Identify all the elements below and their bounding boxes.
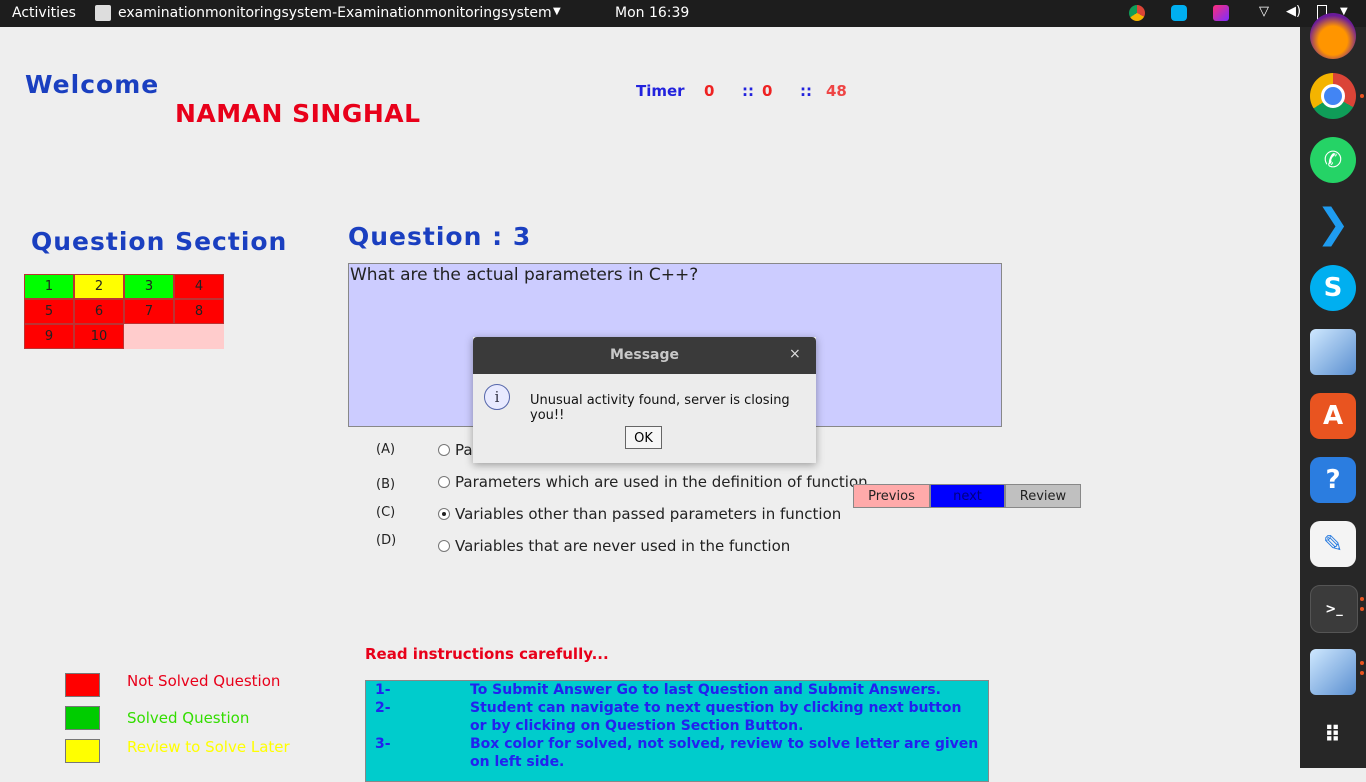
skype-tray-icon[interactable] <box>1171 5 1187 21</box>
dialog-titlebar[interactable]: Message × <box>473 337 816 374</box>
timer-separator: :: <box>742 82 754 100</box>
question-nav-button[interactable]: 9 <box>24 324 74 349</box>
question-nav-button[interactable]: 3 <box>124 274 174 299</box>
activities-button[interactable]: Activities <box>12 5 76 21</box>
question-nav-button[interactable]: 5 <box>24 299 74 324</box>
option-a-letter: (A) <box>376 442 396 457</box>
wifi-icon[interactable]: ▽ <box>1259 4 1269 19</box>
question-nav-button[interactable]: 2 <box>74 274 124 299</box>
virtualbox-icon-2[interactable] <box>1310 649 1356 695</box>
chrome-tray-icon[interactable] <box>1129 5 1145 21</box>
legend-review-swatch <box>65 739 100 763</box>
vscode-icon[interactable]: ❯ <box>1310 201 1356 247</box>
question-nav-button[interactable]: 6 <box>74 299 124 324</box>
option-c-letter: (C) <box>376 505 396 520</box>
option-d-letter: (D) <box>376 533 397 548</box>
firefox-icon[interactable] <box>1310 13 1356 59</box>
instruction-number: 2- <box>375 700 391 716</box>
option-d-text[interactable]: Variables that are never used in the fun… <box>455 537 790 555</box>
option-a-text[interactable]: Pa <box>455 441 473 459</box>
instruction-text: Student can navigate to next question by… <box>470 700 962 716</box>
message-dialog: Message × i Unusual activity found, serv… <box>473 337 816 463</box>
instructions-heading: Read instructions carefully... <box>365 645 609 663</box>
caret-down-icon[interactable]: ▼ <box>553 6 561 17</box>
option-a-radio[interactable] <box>438 444 450 456</box>
student-name: NAMAN SINGHAL <box>175 99 421 128</box>
question-nav-button[interactable]: 7 <box>124 299 174 324</box>
question-grid: 1 2 3 4 5 6 7 8 9 10 <box>24 274 224 349</box>
app-menu-title[interactable]: examinationmonitoringsystem-Examinationm… <box>118 5 552 21</box>
option-b-text[interactable]: Parameters which are used in the definit… <box>455 473 868 491</box>
question-title: Question : 3 <box>348 222 532 251</box>
option-b-radio[interactable] <box>438 476 450 488</box>
skype-icon[interactable]: S <box>1310 265 1356 311</box>
option-c-text[interactable]: Variables other than passed parameters i… <box>455 505 841 523</box>
timer-seconds: 48 <box>826 82 847 100</box>
option-c-radio[interactable] <box>438 508 450 520</box>
question-nav-button[interactable]: 4 <box>174 274 224 299</box>
question-section-title: Question Section <box>31 227 288 256</box>
close-icon[interactable]: × <box>789 346 801 362</box>
dialog-title: Message <box>609 347 680 363</box>
question-nav-button[interactable]: 1 <box>24 274 74 299</box>
timer-minutes: 0 <box>762 82 773 100</box>
legend-not-solved-swatch <box>65 673 100 697</box>
dialog-message: Unusual activity found, server is closin… <box>530 393 790 423</box>
option-b-letter: (B) <box>376 477 396 492</box>
instruction-text: To Submit Answer Go to last Question and… <box>470 682 941 698</box>
software-center-icon[interactable]: A <box>1310 393 1356 439</box>
help-icon[interactable]: ? <box>1310 457 1356 503</box>
whatsapp-icon[interactable]: ✆ <box>1310 137 1356 183</box>
question-text: What are the actual parameters in C++? <box>350 265 699 285</box>
option-d-radio[interactable] <box>438 540 450 552</box>
legend-review-label: Review to Solve Later <box>127 738 290 756</box>
instruction-text: Box color for solved, not solved, review… <box>470 736 979 752</box>
ok-button[interactable]: OK <box>625 426 662 449</box>
legend-solved-label: Solved Question <box>127 709 250 727</box>
timer-separator: :: <box>800 82 812 100</box>
running-indicator <box>1360 94 1364 98</box>
instruction-number: 1- <box>375 682 391 698</box>
chrome-icon[interactable] <box>1310 73 1356 119</box>
running-indicator <box>1360 607 1364 611</box>
dock: ✆ ❯ S A ? ✎ >_ ⠿ <box>1300 13 1366 768</box>
running-indicator <box>1360 671 1364 675</box>
app-grid-icon[interactable]: ⠿ <box>1310 713 1356 759</box>
clock[interactable]: Mon 16:39 <box>615 5 689 21</box>
text-editor-icon[interactable]: ✎ <box>1310 521 1356 567</box>
question-nav-button[interactable]: 10 <box>74 324 124 349</box>
volume-icon[interactable]: ◀) <box>1286 4 1301 19</box>
terminal-icon[interactable]: >_ <box>1310 585 1358 633</box>
previous-button[interactable]: Previos <box>853 484 930 508</box>
timer-label: Timer <box>636 82 685 100</box>
running-indicator <box>1360 661 1364 665</box>
review-button[interactable]: Review <box>1005 484 1081 508</box>
running-indicator <box>1360 597 1364 601</box>
info-icon: i <box>484 384 510 410</box>
top-bar: Activities examinationmonitoringsystem-E… <box>0 0 1366 27</box>
welcome-heading: Welcome <box>25 70 160 99</box>
instruction-text: or by clicking on Question Section Butto… <box>470 718 804 734</box>
instructions-box: 1- To Submit Answer Go to last Question … <box>365 680 989 782</box>
app-menu-icon[interactable] <box>95 5 111 21</box>
question-nav-button[interactable]: 8 <box>174 299 224 324</box>
instruction-number: 3- <box>375 736 391 752</box>
virtualbox-icon[interactable] <box>1310 329 1356 375</box>
timer-hours: 0 <box>704 82 715 100</box>
jetbrains-tray-icon[interactable] <box>1213 5 1229 21</box>
legend-solved-swatch <box>65 706 100 730</box>
next-button[interactable]: next <box>930 484 1005 508</box>
legend-not-solved-label: Not Solved Question <box>127 672 281 690</box>
question-number: 3 <box>512 222 532 251</box>
